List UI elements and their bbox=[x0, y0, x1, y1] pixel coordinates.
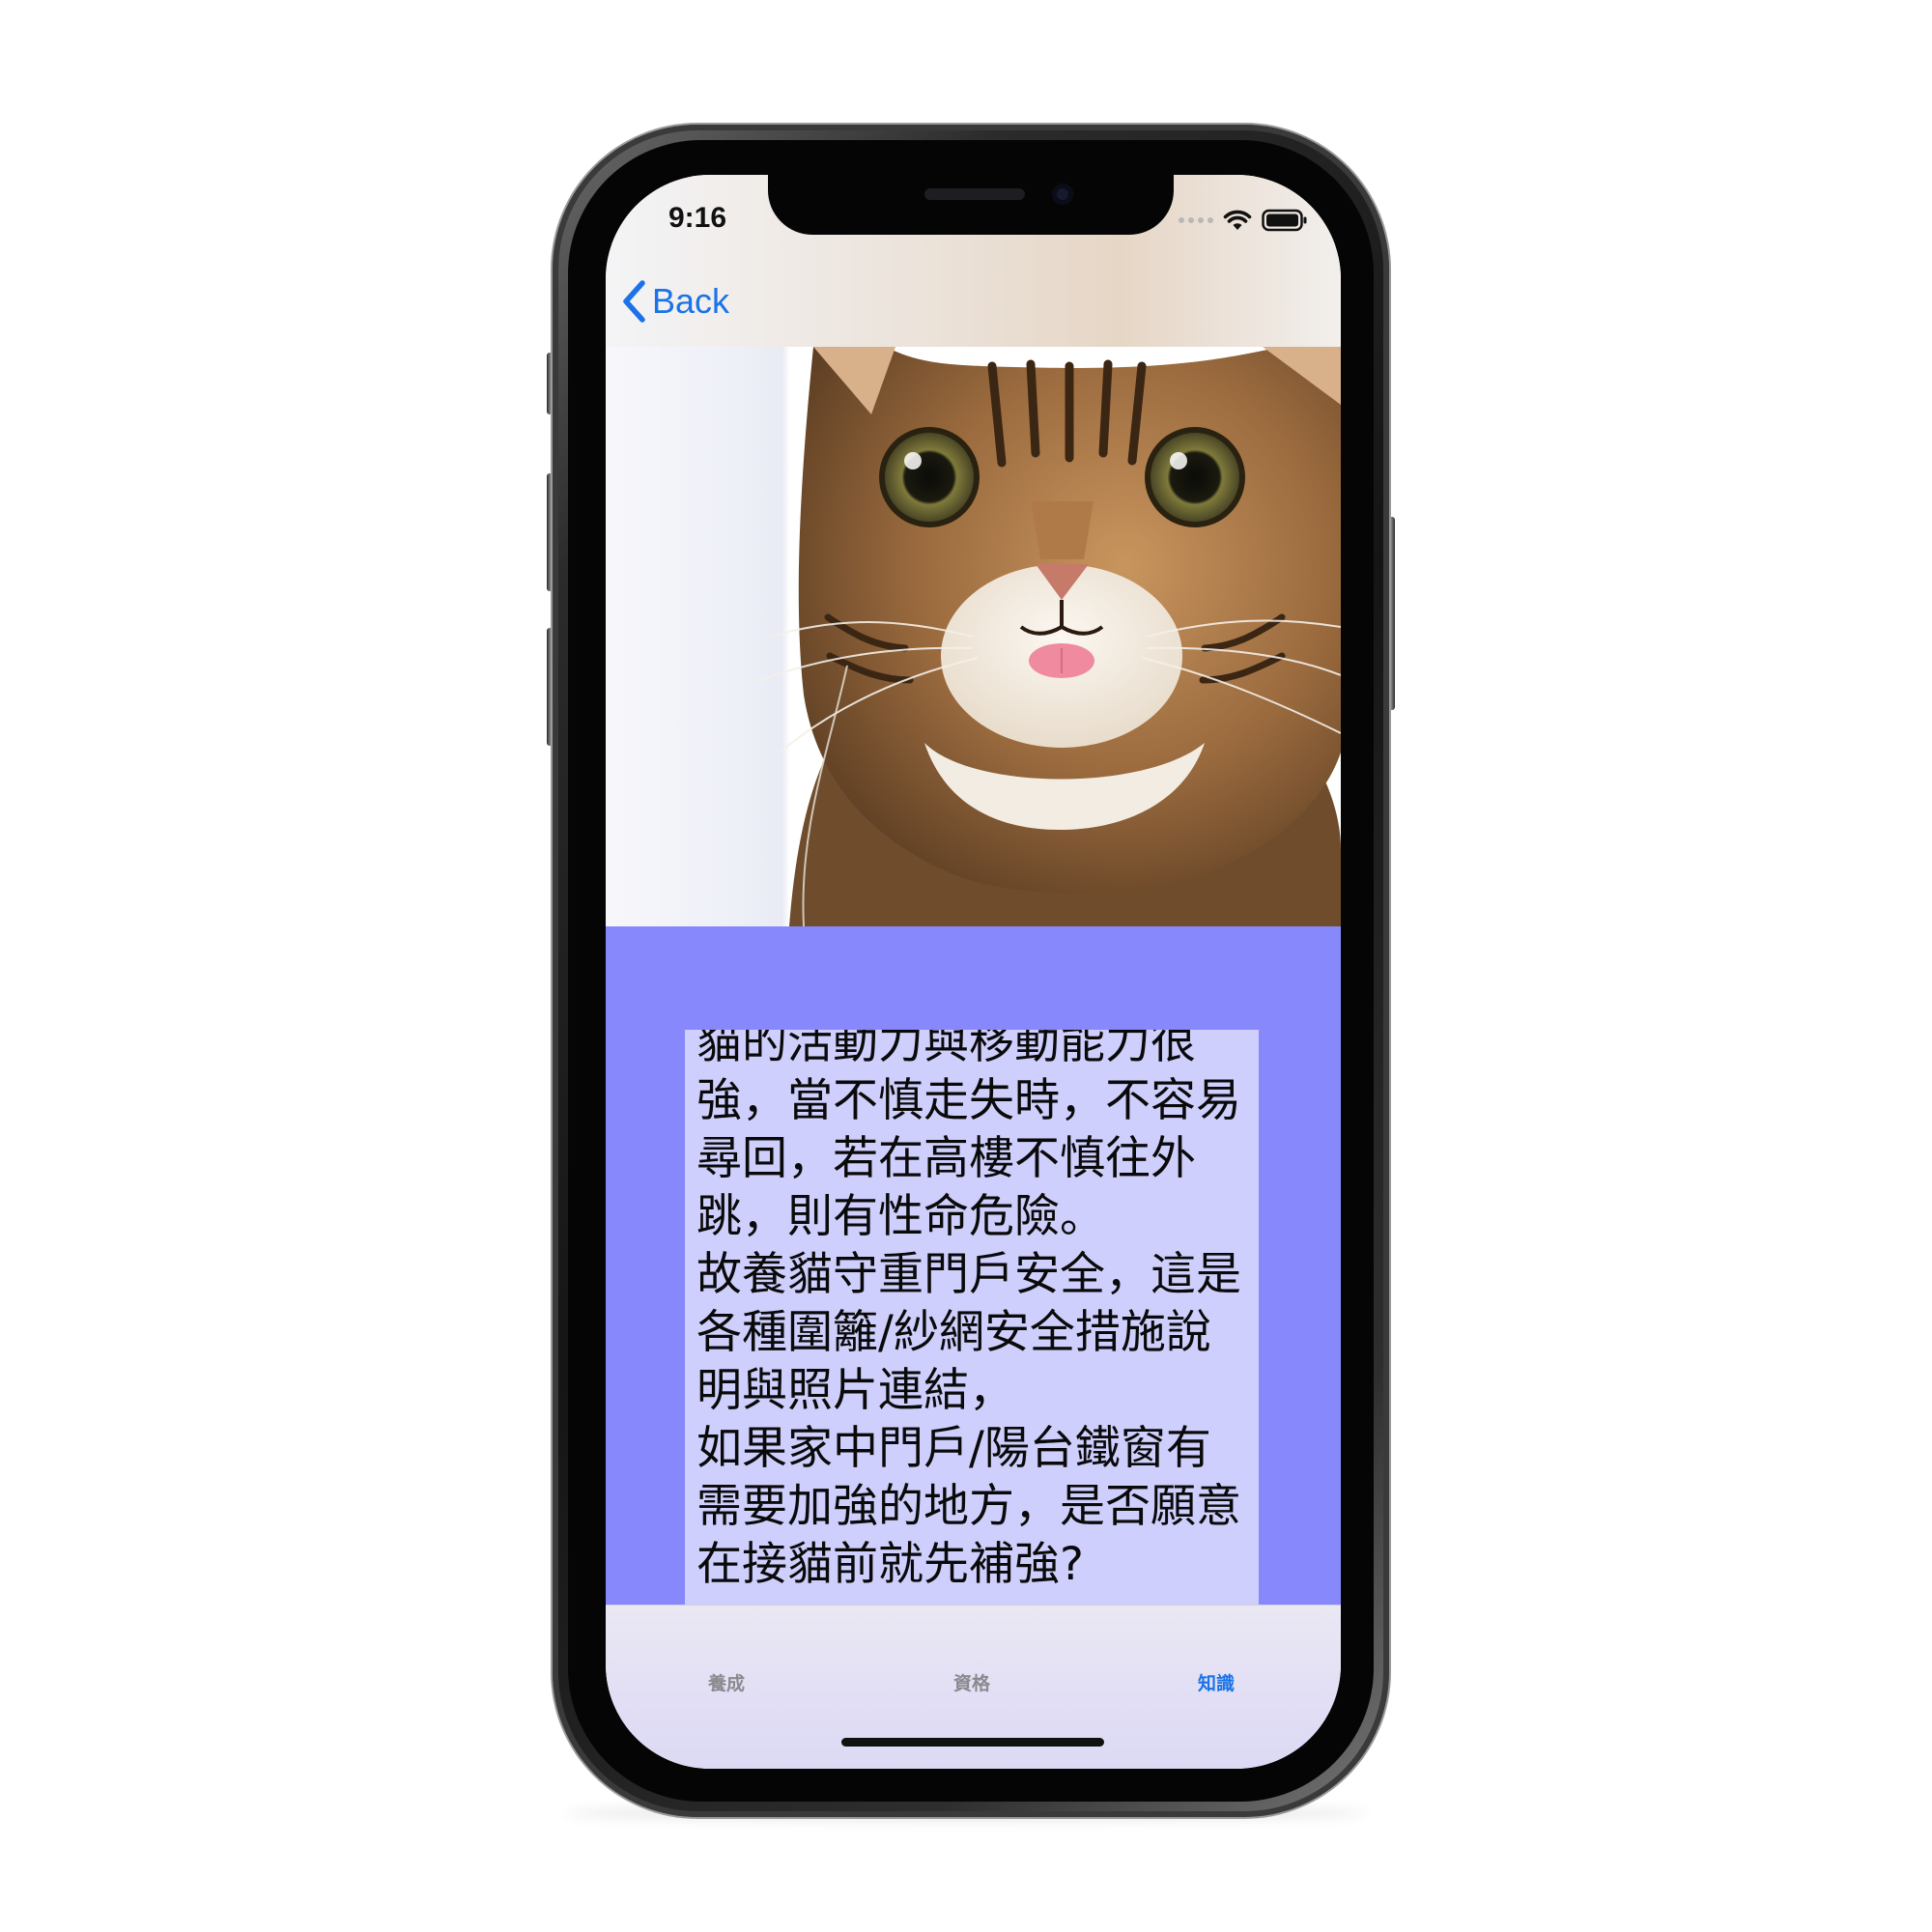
tab-raising[interactable]: 養成 bbox=[708, 1669, 745, 1695]
battery-icon bbox=[1262, 209, 1307, 232]
home-indicator[interactable] bbox=[841, 1738, 1104, 1747]
back-button-label: Back bbox=[652, 281, 730, 321]
cat-photo bbox=[606, 347, 1341, 926]
tab-qualification[interactable]: 資格 bbox=[953, 1669, 990, 1695]
cat-image bbox=[759, 347, 1341, 926]
status-indicators bbox=[1179, 206, 1308, 235]
status-time: 9:16 bbox=[668, 202, 727, 234]
info-body-text: 貓的活動力與移動能力很強，當不慎走失時，不容易尋回，若在高樓不慎往外跳，則有性命… bbox=[696, 1030, 1241, 1591]
info-text-box[interactable]: 貓的活動力與移動能力很強，當不慎走失時，不容易尋回，若在高樓不慎往外跳，則有性命… bbox=[685, 1030, 1259, 1605]
chevron-left-icon bbox=[623, 280, 645, 323]
navigation-bar: 9:16 Back bbox=[606, 175, 1341, 348]
cellular-signal-icon bbox=[1179, 217, 1213, 223]
back-button[interactable]: Back bbox=[621, 277, 729, 326]
notch bbox=[768, 175, 1174, 235]
front-camera bbox=[1052, 184, 1073, 205]
tab-knowledge[interactable]: 知識 bbox=[1198, 1669, 1235, 1695]
wifi-icon bbox=[1223, 210, 1252, 230]
phone-screen: 9:16 Back 貓的活動力與移動能力很強，當不慎走失時，不容易尋回，若在高樓… bbox=[606, 175, 1341, 1769]
earpiece-speaker bbox=[924, 188, 1025, 200]
